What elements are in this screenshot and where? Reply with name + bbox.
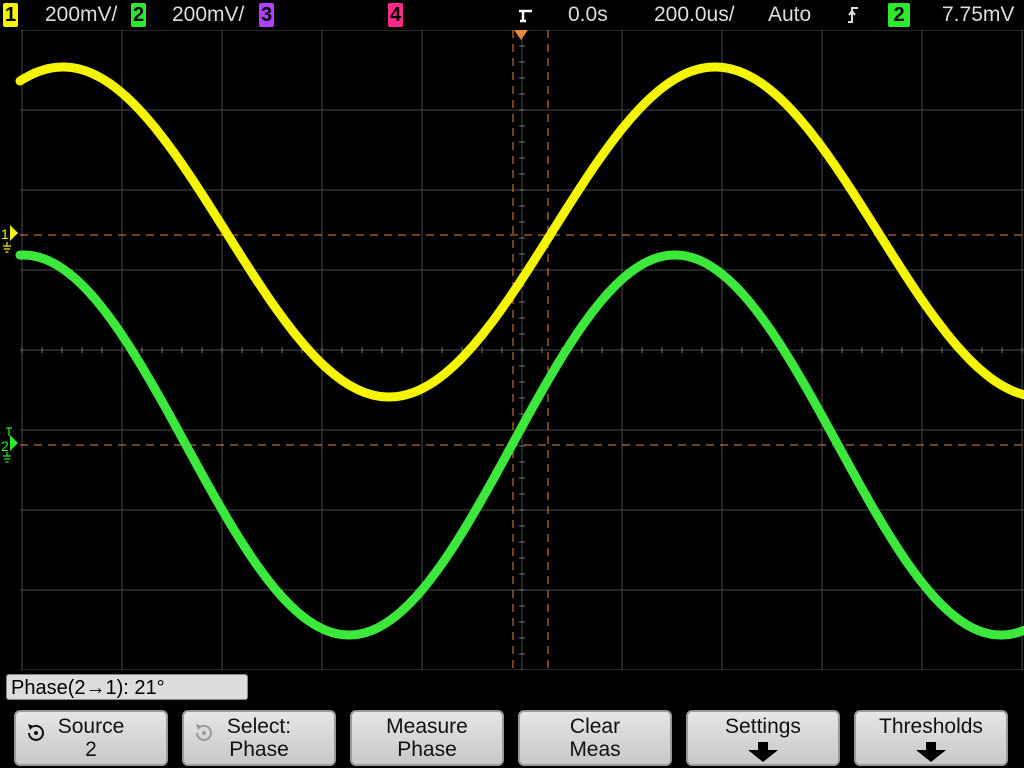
channel-2-scale: 200mV/ xyxy=(172,3,245,26)
channel-4-badge[interactable]: 4 xyxy=(388,3,403,27)
settings-softkey[interactable]: Settings xyxy=(686,710,840,766)
trigger-level: 7.75mV xyxy=(942,3,1015,26)
channel-2-badge[interactable]: 2 xyxy=(131,3,146,27)
measure-softkey-value: Phase xyxy=(397,738,457,761)
clear-softkey-value: Meas xyxy=(569,738,621,761)
source-softkey[interactable]: Source 2 xyxy=(14,710,168,766)
timebase-readout: 200.0us/ xyxy=(654,3,735,26)
svg-text:2: 2 xyxy=(1,438,9,454)
thresholds-softkey[interactable]: Thresholds xyxy=(854,710,1008,766)
trigger-source-badge[interactable]: 2 xyxy=(888,3,910,27)
clear-softkey-label: Clear xyxy=(569,715,621,738)
submenu-arrow-icon xyxy=(748,742,778,762)
graticule: 1 2 xyxy=(1,30,1024,670)
settings-softkey-label: Settings xyxy=(725,715,801,738)
measure-phase-softkey[interactable]: Measure Phase xyxy=(350,710,504,766)
channel-2-ground-marker[interactable]: 2 xyxy=(1,427,18,463)
measure-softkey-label: Measure xyxy=(386,715,468,738)
channel-3-badge[interactable]: 3 xyxy=(259,3,274,27)
softkey-bar: Source 2 Select: Phase Measure Phase Cle… xyxy=(0,704,1024,768)
waveform-display[interactable]: 1 2 xyxy=(0,30,1024,670)
phase-measurement-readout: Phase(2→1): 21° xyxy=(6,674,248,700)
clear-meas-softkey[interactable]: Clear Meas xyxy=(518,710,672,766)
select-softkey[interactable]: Select: Phase xyxy=(182,710,336,766)
trigger-position-icon xyxy=(515,3,537,25)
thresholds-softkey-label: Thresholds xyxy=(879,715,983,738)
delay-readout: 0.0s xyxy=(568,3,608,26)
channel-1-ground-marker[interactable]: 1 xyxy=(1,225,18,253)
rising-edge-icon xyxy=(846,0,860,30)
trigger-mode: Auto xyxy=(768,3,812,26)
channel-1-badge[interactable]: 1 xyxy=(3,3,18,27)
rotate-knob-icon-dimmed xyxy=(196,724,212,741)
trigger-position-marker xyxy=(514,30,528,40)
status-bar: 1 200mV/ 2 200mV/ 3 4 0.0s 200.0us/ Auto… xyxy=(0,0,1024,30)
channel-1-scale: 200mV/ xyxy=(45,3,118,26)
submenu-arrow-icon xyxy=(916,742,946,762)
rotate-knob-icon xyxy=(28,724,44,741)
svg-text:1: 1 xyxy=(1,226,9,242)
